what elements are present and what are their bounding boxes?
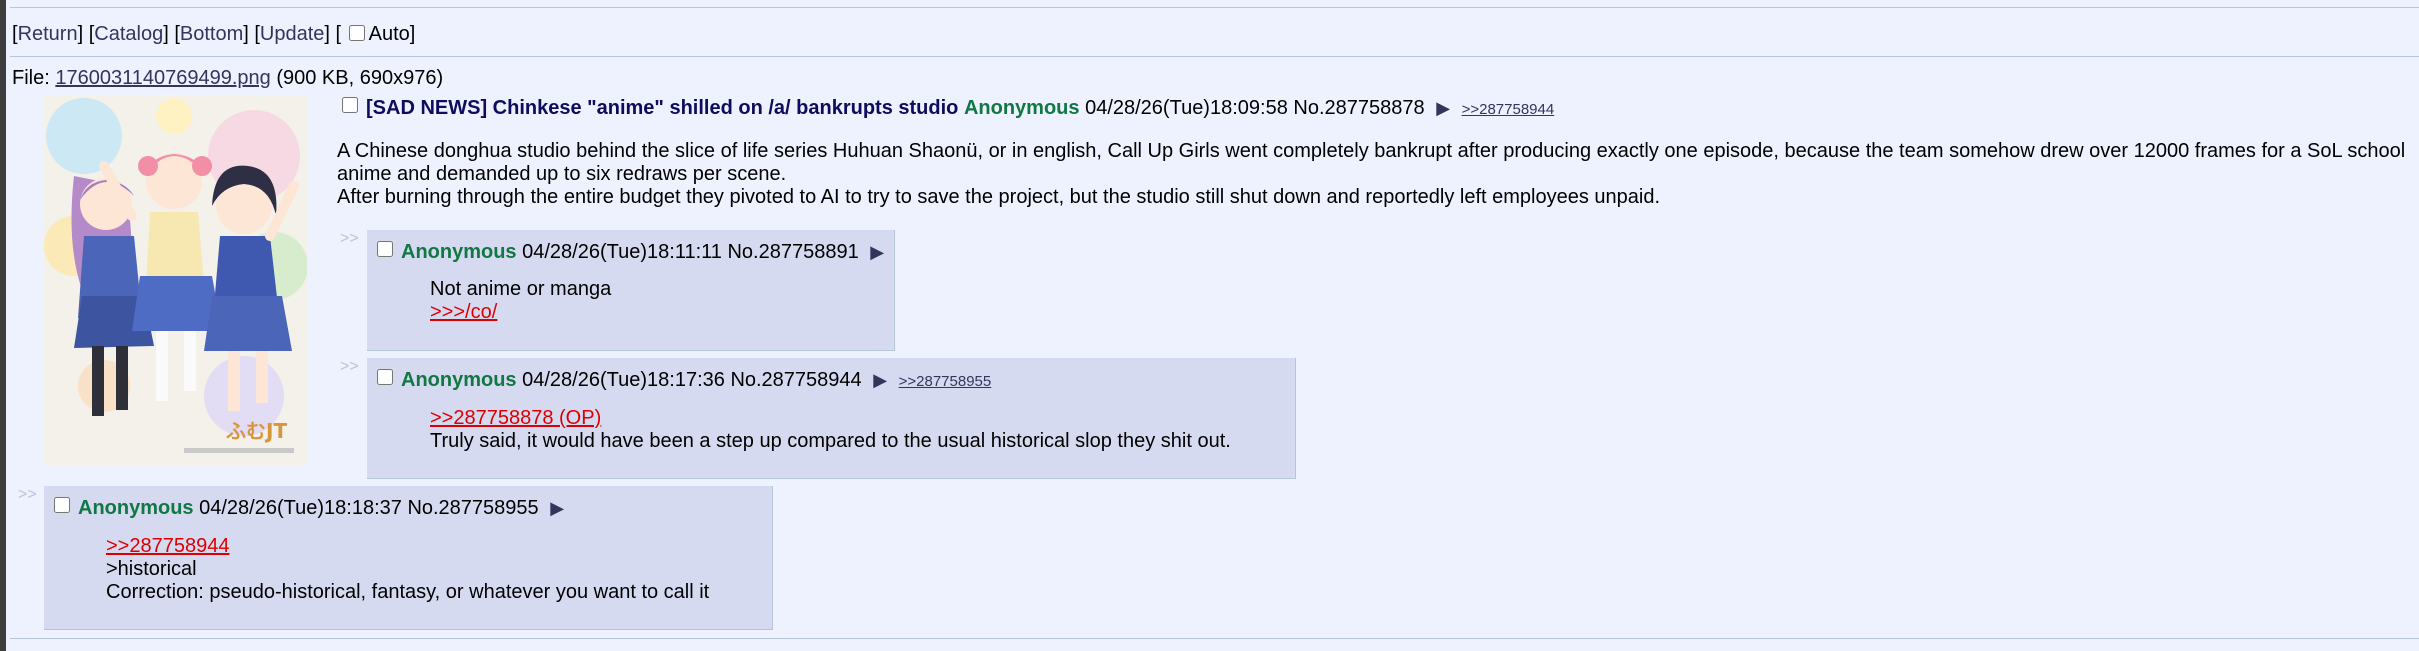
svg-text:ふむJT: ふむJT bbox=[226, 419, 287, 443]
file-meta: (900 KB, 690x976) bbox=[270, 67, 444, 89]
reply-post: Anonymous 04/28/26(Tue)18:11:11 No.28775… bbox=[367, 230, 895, 351]
reply-comment-line: Not anime or manga bbox=[430, 278, 612, 300]
auto-update-checkbox[interactable] bbox=[348, 25, 365, 41]
reply-side-arrows: >> bbox=[340, 230, 359, 247]
reply-comment: >>287758944 >historical Correction: pseu… bbox=[106, 535, 709, 604]
reply-poster-name: Anonymous bbox=[401, 369, 517, 391]
reply-comment-line: Truly said, it would have been a step up… bbox=[430, 430, 1231, 452]
reply-comment: Not anime or manga >>>/co/ bbox=[430, 278, 611, 324]
op-poster-name: Anonymous bbox=[963, 97, 1080, 119]
reply-post-menu-icon[interactable]: ▶ bbox=[873, 370, 887, 390]
reply-comment: >>287758878 (OP) Truly said, it would ha… bbox=[430, 407, 1231, 453]
greentext-line: >historical bbox=[106, 558, 197, 580]
op-datetime: 04/28/26(Tue)18:09:58 bbox=[1085, 97, 1288, 119]
reply-post-menu-icon[interactable]: ▶ bbox=[550, 498, 564, 518]
reply-comment-line: Correction: pseudo-historical, fantasy, … bbox=[106, 581, 710, 603]
auto-label: Auto bbox=[368, 23, 410, 45]
reply-header: Anonymous 04/28/26(Tue)18:17:36 No.28775… bbox=[377, 368, 991, 394]
op-comment-line: After burning through the entire budget … bbox=[337, 186, 1661, 208]
op-comment: A Chinese donghua studio behind the slic… bbox=[337, 140, 2417, 209]
op-post-menu-icon[interactable]: ▶ bbox=[1436, 98, 1450, 118]
reply-post-menu-icon[interactable]: ▶ bbox=[870, 242, 884, 262]
reply-datetime: 04/28/26(Tue)18:17:36 bbox=[522, 369, 725, 391]
reply-poster-name: Anonymous bbox=[78, 497, 194, 519]
reply-select-checkbox[interactable] bbox=[54, 497, 70, 513]
left-edge-bar bbox=[0, 0, 6, 651]
board-link[interactable]: >>>/co/ bbox=[430, 301, 497, 323]
reply-select-checkbox[interactable] bbox=[377, 241, 393, 257]
quote-link[interactable]: >>287758878 (OP) bbox=[430, 407, 601, 429]
reply-side-arrows: >> bbox=[340, 358, 359, 375]
file-link[interactable]: 1760031140769499.png bbox=[55, 67, 270, 89]
op-comment-line: A Chinese donghua studio behind the slic… bbox=[337, 140, 2406, 162]
op-thumbnail[interactable]: ふむJT bbox=[44, 96, 307, 466]
update-link[interactable]: Update bbox=[260, 23, 325, 45]
reply-side-arrows: >> bbox=[18, 486, 37, 503]
reply-post-number[interactable]: No.287758955 bbox=[407, 497, 538, 519]
reply-post-number[interactable]: No.287758944 bbox=[730, 369, 861, 391]
reply-backlink[interactable]: >>287758955 bbox=[899, 373, 992, 390]
catalog-link[interactable]: Catalog bbox=[94, 23, 163, 45]
op-backlink[interactable]: >>287758944 bbox=[1462, 101, 1555, 118]
op-comment-line: anime and demanded up to six redraws per… bbox=[337, 163, 787, 185]
bottom-divider bbox=[10, 638, 2419, 639]
reply-datetime: 04/28/26(Tue)18:18:37 bbox=[199, 497, 402, 519]
anime-girls-illustration: ふむJT bbox=[44, 96, 307, 466]
reply-post: Anonymous 04/28/26(Tue)18:18:37 No.28775… bbox=[44, 486, 773, 630]
top-divider bbox=[10, 7, 2419, 8]
bottom-link[interactable]: Bottom bbox=[180, 23, 243, 45]
quote-link[interactable]: >>287758944 bbox=[106, 535, 229, 557]
nav-divider bbox=[10, 56, 2419, 57]
reply-post-number[interactable]: No.287758891 bbox=[727, 241, 858, 263]
reply-select-checkbox[interactable] bbox=[377, 369, 393, 385]
reply-poster-name: Anonymous bbox=[401, 241, 517, 263]
reply-post: Anonymous 04/28/26(Tue)18:17:36 No.28775… bbox=[367, 358, 1296, 479]
reply-header: Anonymous 04/28/26(Tue)18:11:11 No.28775… bbox=[377, 240, 890, 264]
thread-nav: [Return] [Catalog] [Bottom] [Update] [ A… bbox=[12, 23, 416, 45]
op-subject: [SAD NEWS] Chinkese "anime" shilled on /… bbox=[366, 97, 959, 119]
op-select-checkbox[interactable] bbox=[342, 97, 358, 113]
return-link[interactable]: Return bbox=[18, 23, 78, 45]
reply-datetime: 04/28/26(Tue)18:11:11 bbox=[522, 241, 722, 263]
file-info: File: 1760031140769499.png (900 KB, 690x… bbox=[12, 67, 444, 89]
reply-header: Anonymous 04/28/26(Tue)18:18:37 No.28775… bbox=[54, 496, 570, 520]
op-post-number[interactable]: No.287758878 bbox=[1293, 97, 1424, 119]
op-post-header: [SAD NEWS] Chinkese "anime" shilled on /… bbox=[342, 96, 1554, 122]
